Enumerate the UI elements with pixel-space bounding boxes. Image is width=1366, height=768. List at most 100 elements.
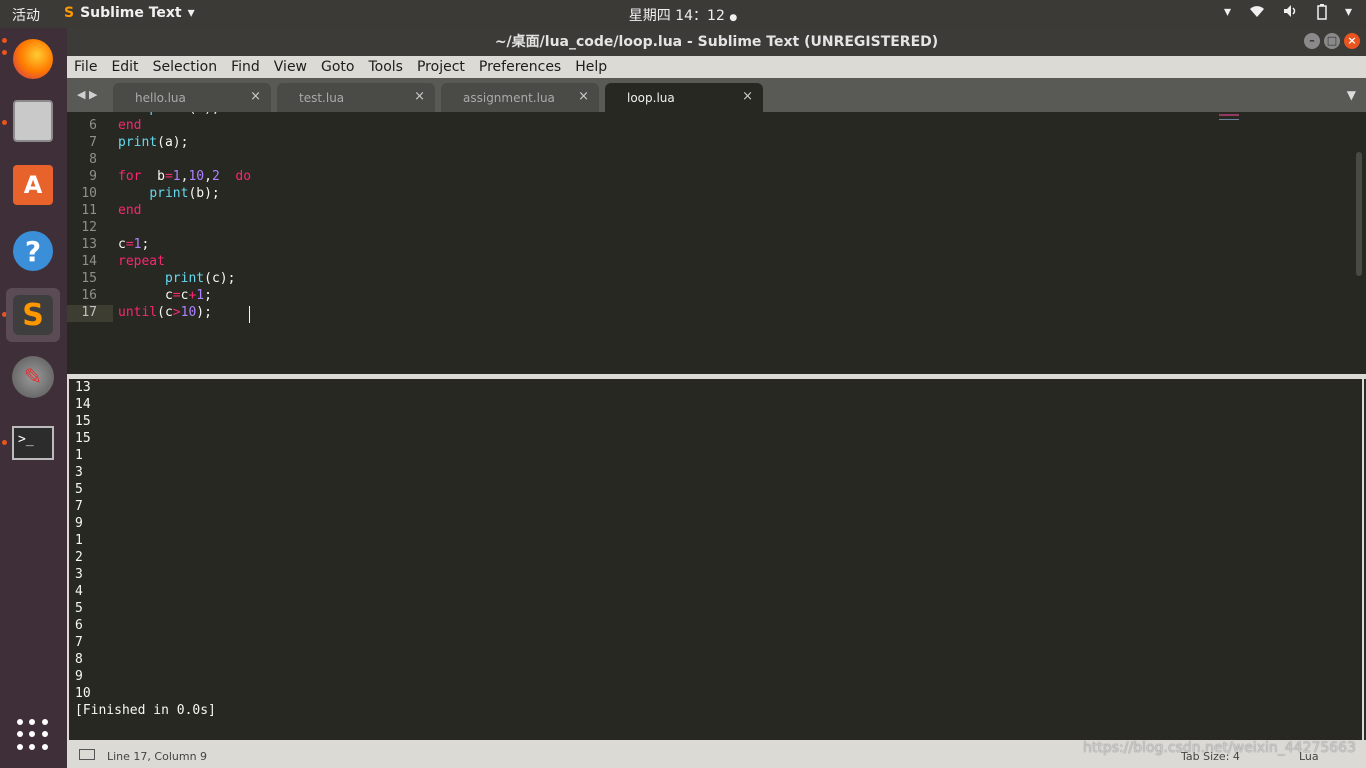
tab-assignment-lua[interactable]: assignment.lua × (441, 83, 599, 112)
code-line[interactable]: 8 (67, 152, 1347, 169)
output-line: 7 (75, 499, 83, 514)
text-cursor (249, 306, 250, 323)
code-text: c=1; (118, 237, 150, 252)
line-number: 13 (81, 237, 97, 252)
menu-selection[interactable]: Selection (146, 56, 225, 78)
code-text: end (118, 203, 142, 218)
build-output-panel[interactable]: 13 14 15 15 1 3 5 7 9 1 2 3 4 5 6 7 8 9 10 [Finished in 0.0… (67, 379, 1364, 740)
output-line: 9 (75, 669, 83, 684)
line-number: 9 (89, 169, 97, 184)
code-text: print(a); (118, 112, 219, 116)
tab-scroll-arrows-icon[interactable]: ◀ ▶ (77, 88, 97, 101)
tab-close-icon[interactable]: × (250, 89, 261, 104)
show-apps-button[interactable] (6, 708, 60, 762)
code-line[interactable]: 9 for b=1,10,2 do (67, 169, 1347, 186)
tab-close-icon[interactable]: × (742, 89, 753, 104)
output-line: 9 (75, 516, 83, 531)
code-editor[interactable]: 5 print(a); 6 end 7 print(a); 8 9 for b=1,10,2 … (67, 112, 1366, 374)
line-number: 16 (81, 288, 97, 303)
menu-goto[interactable]: Goto (314, 56, 361, 78)
output-line: 2 (75, 550, 83, 565)
code-text: repeat (118, 254, 165, 269)
output-line: 13 (75, 380, 91, 395)
dock-files[interactable] (6, 94, 60, 148)
output-line: 15 (75, 431, 91, 446)
firefox-icon (13, 39, 53, 79)
output-line: 15 (75, 414, 91, 429)
window-title: ~/桌面/lua_code/loop.lua - Sublime Text (U… (494, 34, 939, 50)
menu-view[interactable]: View (267, 56, 314, 78)
tab-label: assignment.lua (463, 91, 555, 105)
tab-test-lua[interactable]: test.lua × (277, 83, 435, 112)
line-number: 10 (81, 186, 97, 201)
tab-label: test.lua (299, 91, 345, 105)
code-line[interactable]: 17 until(c>10); (67, 305, 1347, 322)
code-line[interactable]: 15 print(c); (67, 271, 1347, 288)
system-tray[interactable]: ▾ ▾ (1224, 4, 1352, 24)
close-icon[interactable]: × (1344, 33, 1360, 49)
dock-ubuntu-software[interactable]: A (6, 158, 60, 212)
code-line[interactable]: 10 print(b); (67, 186, 1347, 203)
tab-close-icon[interactable]: × (578, 89, 589, 104)
line-number: 15 (81, 271, 97, 286)
line-number: 17 (81, 305, 97, 320)
menu-edit[interactable]: Edit (104, 56, 145, 78)
menu-tools[interactable]: Tools (361, 56, 410, 78)
dock-terminal[interactable]: >_ (6, 416, 60, 470)
dock-system-tools[interactable]: ✎ (6, 350, 60, 404)
system-menu-chevron-icon[interactable]: ▾ (1345, 4, 1352, 24)
maximize-icon[interactable]: □ (1324, 33, 1340, 49)
output-line: 14 (75, 397, 91, 412)
code-line[interactable]: 12 (67, 220, 1347, 237)
output-line: 7 (75, 635, 83, 650)
tab-close-icon[interactable]: × (414, 89, 425, 104)
code-line[interactable]: 7 print(a); (67, 135, 1347, 152)
menu-bar: File Edit Selection Find View Goto Tools… (67, 56, 1366, 78)
code-line[interactable]: 14 repeat (67, 254, 1347, 271)
code-line[interactable]: 13 c=1; (67, 237, 1347, 254)
output-line: 5 (75, 482, 83, 497)
line-number: 8 (89, 152, 97, 167)
minimap[interactable] (1219, 114, 1239, 146)
watermark: https://blog.csdn.net/weixin_44275663 (1082, 740, 1356, 756)
menu-project[interactable]: Project (410, 56, 472, 78)
code-text: for b=1,10,2 do (118, 169, 252, 184)
minimize-icon[interactable]: – (1304, 33, 1320, 49)
code-line[interactable]: 16 c=c+1; (67, 288, 1347, 305)
files-icon (13, 100, 53, 142)
code-text: until(c>10); (118, 305, 212, 320)
output-line: [Finished in 0.0s] (75, 703, 216, 718)
input-method-chevron-icon[interactable]: ▾ (1224, 4, 1231, 24)
app-grid-icon (17, 719, 49, 751)
tab-hello-lua[interactable]: hello.lua × (113, 83, 271, 112)
output-line: 4 (75, 584, 83, 599)
dock-sublime-text[interactable]: S (6, 288, 60, 342)
window-titlebar[interactable]: ~/桌面/lua_code/loop.lua - Sublime Text (U… (67, 28, 1366, 56)
tab-bar: ◀ ▶ hello.lua × test.lua × assignment.lu… (67, 78, 1366, 112)
dock-help[interactable]: ? (6, 224, 60, 278)
output-line: 1 (75, 533, 83, 548)
clock[interactable]: 星期四 14：12 ● (0, 5, 1366, 25)
tab-loop-lua[interactable]: loop.lua × (605, 83, 763, 112)
menu-file[interactable]: File (67, 56, 104, 78)
code-text: print(b); (149, 186, 220, 201)
menu-preferences[interactable]: Preferences (472, 56, 568, 78)
dock: A ? S ✎ >_ (0, 28, 67, 768)
menu-find[interactable]: Find (224, 56, 267, 78)
output-line: 6 (75, 618, 83, 633)
line-number: 7 (89, 135, 97, 150)
dock-firefox[interactable] (6, 32, 60, 86)
output-line: 5 (75, 601, 83, 616)
code-line[interactable]: 6 end (67, 118, 1347, 135)
menu-help[interactable]: Help (568, 56, 614, 78)
output-line: 8 (75, 652, 83, 667)
notification-dot-icon: ● (729, 13, 738, 23)
line-number: 14 (81, 254, 97, 269)
battery-icon (1317, 4, 1327, 24)
editor-scrollbar[interactable] (1356, 152, 1362, 276)
tab-list-dropdown-icon[interactable]: ▼ (1347, 88, 1356, 102)
code-line[interactable]: 11 end (67, 203, 1347, 220)
sublime-text-icon: S (13, 295, 53, 335)
panel-toggle-icon[interactable] (79, 749, 95, 760)
line-number: 6 (89, 118, 97, 133)
